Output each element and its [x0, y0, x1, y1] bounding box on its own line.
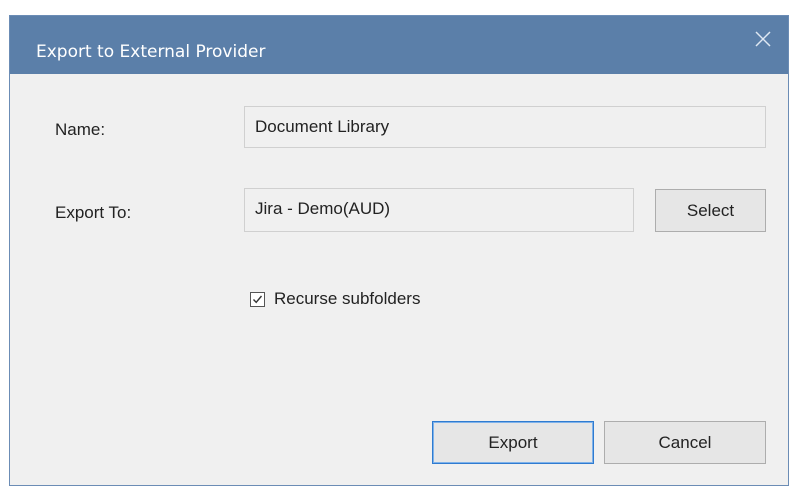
- export-to-field[interactable]: Jira - Demo(AUD): [244, 188, 634, 232]
- title-bar[interactable]: Export to External Provider: [10, 16, 788, 74]
- close-icon[interactable]: [752, 28, 774, 50]
- name-field[interactable]: Document Library: [244, 106, 766, 148]
- select-button[interactable]: Select: [655, 189, 766, 232]
- export-to-label: Export To:: [55, 203, 132, 222]
- recurse-subfolders-checkbox[interactable]: [250, 292, 265, 307]
- export-dialog: Export to External Provider Name: Docume…: [9, 15, 789, 486]
- checkmark-icon: [252, 295, 263, 304]
- cancel-button[interactable]: Cancel: [604, 421, 766, 464]
- dialog-title: Export to External Provider: [36, 42, 266, 62]
- screen-background: Export to External Provider Name: Docume…: [0, 0, 799, 495]
- name-label: Name:: [55, 120, 106, 139]
- export-button[interactable]: Export: [432, 421, 594, 464]
- recurse-subfolders-label[interactable]: Recurse subfolders: [274, 289, 420, 309]
